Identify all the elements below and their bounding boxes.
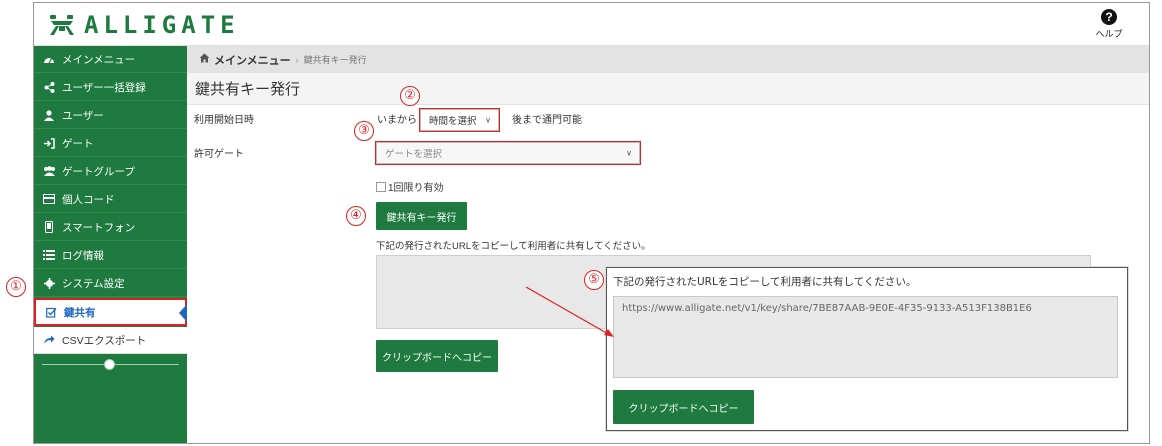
time-select[interactable]: 時間を選択 ∨	[419, 108, 500, 132]
gate-label: 許可ゲート	[194, 149, 244, 160]
sidebar-item-user[interactable]: ユーザー	[34, 102, 187, 129]
sidebar-item-csv-export[interactable]: CSVエクスポート	[34, 327, 187, 354]
zoom-callout: 下記の発行されたURLをコピーして利用者に共有してください。 https://w…	[606, 267, 1128, 431]
sidebar: メインメニュー ユーザー一括登録 ユーザー ゲート ゲートグループ 個人コード …	[34, 46, 187, 443]
sidebar-item-label: メインメニュー	[62, 53, 136, 66]
sidebar-item-smartphone[interactable]: スマートフォン	[34, 214, 187, 241]
sidebar-item-label: CSVエクスポート	[62, 334, 147, 347]
from-now-text: いまから	[377, 115, 417, 126]
sidebar-item-key-share[interactable]: 鍵共有	[34, 298, 187, 326]
dashboard-icon	[42, 52, 56, 66]
callout-url-text: https://www.alligate.net/v1/key/share/7B…	[622, 303, 1032, 314]
annotation-4: ④	[346, 206, 366, 226]
top-bar: ALLIGATE ? ヘルプ	[34, 3, 1149, 46]
start-time-label: 利用開始日時	[194, 115, 254, 126]
breadcrumb: メインメニュー › 鍵共有キー発行	[187, 46, 1149, 73]
gate-select[interactable]: ゲートを選択 ∨	[375, 141, 641, 165]
sidebar-item-label: ユーザー	[62, 109, 104, 122]
checkbox-icon	[376, 181, 386, 192]
sidebar-item-bulk-user[interactable]: ユーザー一括登録	[34, 74, 187, 101]
page-title: 鍵共有キー発行	[187, 73, 1149, 105]
sidebar-item-label: ユーザー一括登録	[62, 81, 146, 94]
sidebar-item-label: ゲートグループ	[62, 165, 135, 178]
sidebar-item-gate-group[interactable]: ゲートグループ	[34, 158, 187, 185]
list-icon	[42, 248, 56, 262]
breadcrumb-separator: ›	[295, 54, 299, 65]
card-icon	[42, 192, 56, 206]
app-window: ALLIGATE ? ヘルプ メインメニュー ユーザー一括登録 ユーザー ゲート…	[33, 2, 1150, 444]
issue-key-button[interactable]: 鍵共有キー発行	[376, 202, 467, 230]
sidebar-item-label: システム設定	[62, 277, 125, 290]
annotation-5: ⑤	[584, 270, 604, 290]
gear-icon	[42, 276, 56, 290]
once-only-label: 1回限り有効	[388, 183, 444, 194]
sidebar-item-gate[interactable]: ゲート	[34, 130, 187, 157]
users-icon	[42, 164, 56, 178]
callout-instruction: 下記の発行されたURLをコピーして利用者に共有してください。	[613, 276, 917, 288]
help-button[interactable]: ? ヘルプ	[1089, 9, 1129, 40]
collapse-dot-icon	[104, 359, 115, 370]
breadcrumb-current: 鍵共有キー発行	[303, 55, 367, 65]
callout-arrow-icon	[525, 286, 614, 337]
chevron-down-icon: ∨	[485, 115, 491, 125]
sidebar-item-label: ゲート	[62, 137, 94, 150]
home-icon[interactable]	[199, 53, 210, 66]
copy-clipboard-button[interactable]: クリップボードへコピー	[376, 340, 498, 372]
active-indicator	[179, 304, 187, 322]
sidebar-item-label: 鍵共有	[64, 306, 96, 319]
callout-url-field[interactable]: https://www.alligate.net/v1/key/share/7B…	[613, 296, 1118, 378]
sidebar-item-label: 個人コード	[62, 193, 115, 206]
sidebar-item-main-menu[interactable]: メインメニュー	[34, 46, 187, 73]
annotation-3: ③	[354, 121, 374, 141]
time-suffix-text: 後まで通門可能	[512, 115, 582, 126]
annotation-2: ②	[400, 86, 420, 106]
sidebar-item-system-settings[interactable]: システム設定	[34, 270, 187, 297]
user-icon	[42, 108, 56, 122]
question-icon: ?	[1101, 9, 1117, 25]
help-label: ヘルプ	[1095, 29, 1123, 39]
time-select-value: 時間を選択	[429, 116, 477, 127]
sidebar-item-label: スマートフォン	[62, 221, 136, 234]
sidebar-item-label: ログ情報	[62, 249, 104, 262]
callout-copy-button[interactable]: クリップボードへコピー	[613, 390, 754, 424]
breadcrumb-home[interactable]: メインメニュー	[214, 52, 291, 68]
logo-text: ALLIGATE	[84, 11, 240, 39]
share-icon	[42, 80, 56, 94]
sidebar-item-log[interactable]: ログ情報	[34, 242, 187, 269]
checkbox-edit-icon	[44, 305, 58, 319]
once-only-checkbox[interactable]: 1回限り有効	[376, 179, 444, 194]
share-arrow-icon	[42, 333, 56, 347]
sign-in-icon	[42, 136, 56, 150]
annotation-1: ①	[6, 277, 26, 297]
logo[interactable]: ALLIGATE	[48, 10, 240, 40]
sidebar-collapse-handle[interactable]	[34, 355, 187, 375]
gate-select-placeholder: ゲートを選択	[385, 149, 443, 160]
sidebar-item-personal-code[interactable]: 個人コード	[34, 186, 187, 213]
instruction-text: 下記の発行されたURLをコピーして利用者に共有してください。	[376, 241, 651, 252]
chevron-down-icon: ∨	[626, 148, 632, 158]
smartphone-icon	[42, 220, 56, 234]
alligator-logo-icon	[50, 15, 74, 35]
